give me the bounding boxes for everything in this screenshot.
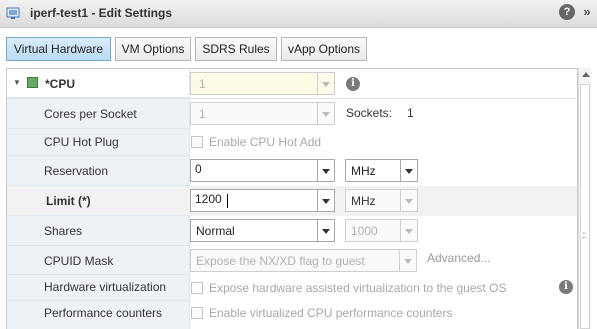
reservation-label-cell: Reservation — [7, 156, 189, 186]
info-icon[interactable]: i — [559, 280, 573, 294]
cpu-hot-plug-label: CPU Hot Plug — [44, 135, 119, 149]
shares-value-input[interactable]: 1000 — [345, 219, 418, 242]
cpuid-mask-select[interactable]: Expose the NX/XD flag to guest — [190, 249, 417, 272]
shares-label-cell: Shares — [7, 216, 189, 246]
chevron-down-icon — [317, 160, 334, 181]
cores-per-socket-label-cell: Cores per Socket — [7, 99, 189, 129]
help-icon[interactable]: ? — [559, 4, 575, 20]
settings-tabs: Virtual Hardware VM Options SDRS Rules v… — [0, 28, 597, 66]
shares-row: Shares Normal 1000 — [7, 216, 577, 246]
chevron-down-icon — [317, 190, 334, 211]
cpu-hot-add-checkbox[interactable] — [191, 136, 203, 148]
tab-virtual-hardware[interactable]: Virtual Hardware — [6, 37, 111, 61]
chevron-down-icon — [317, 220, 334, 241]
tab-vm-options[interactable]: VM Options — [115, 37, 191, 61]
shares-level-value: Normal — [196, 224, 235, 238]
cores-per-socket-label: Cores per Socket — [44, 107, 137, 121]
limit-row: Limit (*) 1200 MHz — [7, 186, 577, 216]
cpuid-mask-label-cell: CPUID Mask — [7, 246, 189, 275]
vertical-scrollbar[interactable] — [578, 68, 591, 329]
limit-label: Limit (*) — [46, 194, 91, 208]
chevron-down-icon — [400, 220, 417, 241]
cpu-hot-add-label: Enable CPU Hot Add — [209, 135, 322, 149]
limit-input[interactable]: 1200 — [190, 189, 335, 212]
tab-sdrs-rules[interactable]: SDRS Rules — [195, 37, 277, 61]
reservation-unit-select[interactable]: MHz — [345, 159, 418, 182]
limit-unit-select[interactable]: MHz — [345, 189, 418, 212]
cores-per-socket-value: 1 — [199, 107, 206, 121]
shares-label: Shares — [44, 224, 83, 238]
cores-per-socket-select[interactable]: 1 — [190, 102, 335, 125]
cpu-count-select[interactable]: 1 — [190, 72, 335, 95]
window-titlebar: iperf-test1 - Edit Settings ? » — [0, 0, 597, 28]
cpu-label-cell: ▼ *CPU — [7, 69, 189, 98]
reservation-unit-value: MHz — [351, 164, 376, 178]
chevron-down-icon — [400, 160, 417, 181]
sockets-label: Sockets: — [346, 106, 393, 120]
chevron-down-icon — [399, 250, 416, 271]
limit-unit-value: MHz — [351, 194, 376, 208]
expose-hw-virtualization-label: Expose hardware assisted virtualization … — [209, 281, 507, 295]
virtualized-perf-counters-label: Enable virtualized CPU performance count… — [209, 306, 453, 320]
expand-icon[interactable]: » — [579, 4, 595, 20]
tab-vapp-options[interactable]: vApp Options — [281, 37, 367, 61]
hardware-virtualization-label-cell: Hardware virtualization — [7, 275, 189, 301]
shares-level-select[interactable]: Normal — [190, 219, 335, 242]
sockets-value: 1 — [407, 106, 414, 120]
resize-grip-icon[interactable]: :: — [582, 230, 586, 241]
performance-counters-label-cell: Performance counters — [7, 301, 189, 329]
reservation-label: Reservation — [44, 164, 109, 178]
hardware-virtualization-label: Hardware virtualization — [44, 280, 167, 294]
chevron-down-icon — [400, 190, 417, 211]
cpuid-mask-value: Expose the NX/XD flag to guest — [196, 254, 365, 268]
cpu-chip-icon — [27, 77, 38, 88]
performance-counters-label: Performance counters — [44, 306, 163, 320]
cpu-hot-plug-row: CPU Hot Plug Enable CPU Hot Add — [7, 129, 577, 156]
chevron-down-icon — [317, 103, 334, 124]
virtualized-perf-counters-checkbox[interactable] — [191, 307, 203, 319]
collapse-triangle-icon[interactable]: ▼ — [13, 78, 21, 87]
limit-label-cell: Limit (*) — [7, 186, 189, 216]
shares-number-value: 1000 — [351, 224, 378, 238]
cpu-row: ▼ *CPU 1 i — [7, 69, 577, 99]
info-icon[interactable]: i — [346, 77, 360, 91]
virtual-machine-icon — [6, 7, 20, 19]
advanced-link[interactable]: Advanced... — [427, 251, 490, 265]
cpu-hot-plug-label-cell: CPU Hot Plug — [7, 129, 189, 156]
text-cursor — [227, 194, 228, 208]
cpuid-mask-row: CPUID Mask Expose the NX/XD flag to gues… — [7, 246, 577, 275]
limit-value: 1200 — [195, 192, 222, 206]
reservation-value: 0 — [195, 162, 202, 176]
cpu-settings-grid: ▼ *CPU 1 i Cores per Socket 1 Sockets: 1… — [6, 68, 578, 329]
cpuid-mask-label: CPUID Mask — [44, 254, 114, 268]
scrollbar-thumb[interactable] — [580, 84, 590, 329]
scroll-up-arrow-icon[interactable] — [582, 72, 590, 77]
performance-counters-row: Performance counters Enable virtualized … — [7, 301, 577, 329]
cores-per-socket-row: Cores per Socket 1 Sockets: 1 — [7, 99, 577, 129]
window-title: iperf-test1 - Edit Settings — [30, 6, 173, 20]
chevron-down-icon — [317, 73, 334, 94]
hardware-virtualization-row: Hardware virtualization Expose hardware … — [7, 275, 577, 301]
reservation-row: Reservation 0 MHz — [7, 156, 577, 186]
reservation-input[interactable]: 0 — [190, 159, 335, 182]
cpu-label: *CPU — [45, 77, 76, 91]
expose-hw-virtualization-checkbox[interactable] — [191, 282, 203, 294]
cpu-count-value: 1 — [199, 77, 206, 91]
